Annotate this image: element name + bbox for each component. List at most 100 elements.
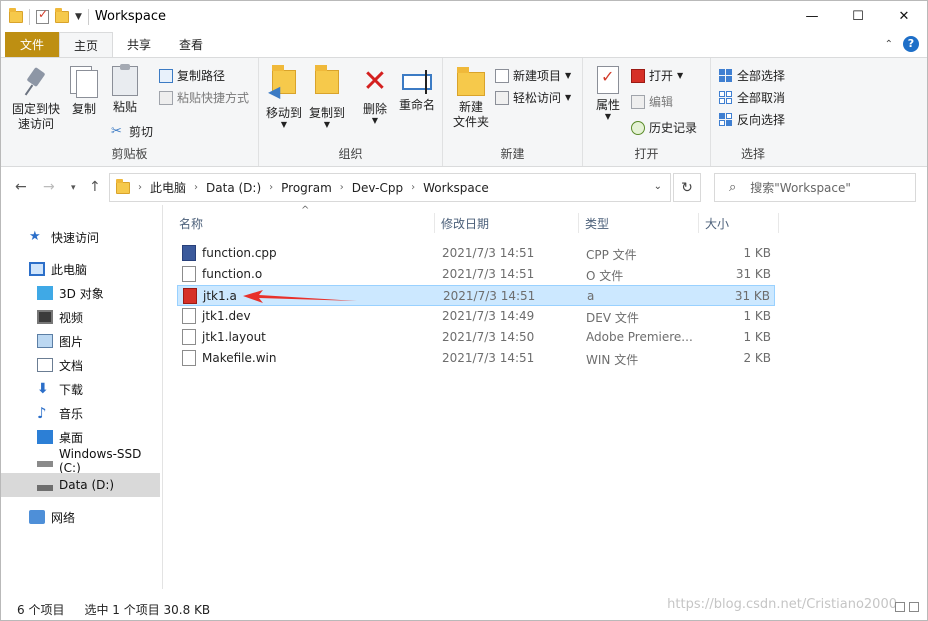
maximize-button[interactable]: ☐: [835, 1, 881, 32]
pin-quick-access-button[interactable]: 固定到快 速访问: [9, 66, 63, 132]
customize-toolbar-icon[interactable]: ▼: [75, 12, 82, 22]
chevron-right-icon[interactable]: ›: [338, 182, 346, 193]
table-row[interactable]: jtk1.dev 2021/7/3 14:49 DEV 文件 1 KB: [177, 306, 775, 327]
properties-icon[interactable]: [36, 7, 49, 24]
edit-button[interactable]: 编辑: [631, 93, 673, 110]
chevron-right-icon[interactable]: ›: [192, 182, 200, 193]
file-size: 31 KB: [735, 267, 771, 281]
cut-button[interactable]: ✂ 剪切: [111, 123, 153, 140]
breadcrumb-item[interactable]: Dev-Cpp: [346, 181, 409, 195]
sidebar-item-label: 网络: [51, 510, 76, 525]
sidebar-item-label: 此电脑: [51, 262, 88, 277]
sidebar-item-quick-access[interactable]: ★ 快速访问: [1, 225, 160, 249]
column-header-size[interactable]: 大小: [699, 213, 779, 233]
tabs-right: ⌃ ?: [885, 36, 919, 52]
copy-path-button[interactable]: 复制路径: [159, 67, 225, 84]
table-row[interactable]: function.o 2021/7/3 14:51 O 文件 31 KB: [177, 264, 775, 285]
chevron-down-icon[interactable]: ⌄: [654, 181, 662, 192]
chevron-down-icon: ▼: [565, 93, 572, 102]
file-type: WIN 文件: [586, 353, 639, 367]
breadcrumb-item[interactable]: 此电脑: [144, 179, 192, 196]
table-row[interactable]: jtk1.layout 2021/7/3 14:50 Adobe Premier…: [177, 327, 775, 348]
select-all-button[interactable]: 全部选择: [719, 67, 785, 84]
archive-file-icon: [183, 288, 197, 304]
tab-home[interactable]: 主页: [59, 32, 114, 57]
chevron-right-icon[interactable]: ›: [267, 182, 275, 193]
minimize-button[interactable]: —: [789, 1, 835, 32]
breadcrumb-item[interactable]: Data (D:): [200, 181, 267, 195]
tab-file[interactable]: 文件: [5, 32, 59, 57]
sidebar-item-desktop[interactable]: 桌面: [1, 425, 160, 449]
file-size: 31 KB: [734, 289, 770, 303]
sidebar-item-drive-c[interactable]: Windows-SSD (C:): [1, 447, 160, 475]
tab-share[interactable]: 共享: [113, 32, 165, 57]
rename-label: 重命名: [398, 98, 435, 112]
video-icon: [37, 310, 53, 324]
sidebar-item-music[interactable]: ♪ 音乐: [1, 401, 160, 425]
column-header-date[interactable]: 修改日期: [435, 213, 579, 233]
chevron-right-icon[interactable]: ›: [409, 182, 417, 193]
tab-view[interactable]: 查看: [165, 32, 217, 57]
computer-icon: [29, 262, 45, 276]
column-header-name[interactable]: 名称: [173, 213, 435, 233]
new-item-button[interactable]: 新建项目 ▼: [495, 67, 571, 84]
3d-objects-icon: [37, 286, 53, 300]
edit-icon: [631, 94, 645, 109]
up-arrow-icon[interactable]: ↑: [89, 179, 101, 195]
table-row[interactable]: function.cpp 2021/7/3 14:51 CPP 文件 1 KB: [177, 243, 775, 264]
breadcrumb-item[interactable]: Workspace: [417, 181, 495, 195]
address-bar[interactable]: › 此电脑 › Data (D:) › Program › Dev-Cpp › …: [109, 173, 671, 202]
large-icons-view-icon[interactable]: [909, 602, 919, 612]
ribbon-tabs: 文件 主页 共享 查看 ⌃ ?: [1, 32, 927, 57]
table-row[interactable]: Makefile.win 2021/7/3 14:51 WIN 文件 2 KB: [177, 348, 775, 369]
view-toggle: [895, 602, 919, 612]
sidebar-item-downloads[interactable]: ⬇ 下载: [1, 377, 160, 401]
move-to-button[interactable]: ◀ 移动到 ▼: [263, 65, 305, 129]
invert-selection-button[interactable]: 反向选择: [719, 111, 785, 128]
file-type: O 文件: [586, 269, 624, 283]
sidebar-item-label: Data (D:): [59, 478, 115, 492]
sidebar-item-videos[interactable]: 视频: [1, 305, 160, 329]
open-button[interactable]: 打开 ▼: [631, 67, 683, 84]
new-folder-button[interactable]: 新建 文件夹: [449, 66, 493, 130]
paste-shortcut-button[interactable]: 粘贴快捷方式: [159, 89, 249, 106]
select-group: 全部选择 全部取消 反向选择 选择: [711, 58, 795, 166]
sidebar-item-label: 快速访问: [51, 230, 100, 245]
rename-button[interactable]: 重命名: [395, 66, 439, 113]
chevron-down-icon: ▼: [604, 112, 612, 121]
search-box[interactable]: ⌕ 搜索"Workspace": [714, 173, 916, 202]
details-view-icon[interactable]: [895, 602, 905, 612]
select-all-label: 全部选择: [737, 69, 786, 83]
forward-arrow-icon[interactable]: →: [43, 179, 55, 195]
back-arrow-icon[interactable]: ←: [15, 179, 27, 195]
properties-label: 属性: [595, 98, 620, 112]
file-size: 2 KB: [743, 351, 771, 365]
paste-button[interactable]: 粘贴: [107, 64, 143, 115]
delete-button[interactable]: ✕ 删除 ▼: [357, 66, 393, 125]
sidebar-item-pictures[interactable]: 图片: [1, 329, 160, 353]
select-none-button[interactable]: 全部取消: [719, 89, 785, 106]
sidebar-item-drive-d[interactable]: Data (D:): [1, 473, 160, 497]
folder-icon: [9, 7, 23, 23]
new-folder-icon[interactable]: [55, 7, 69, 23]
properties-button[interactable]: 属性 ▼: [591, 66, 625, 121]
copy-to-icon: [311, 65, 343, 102]
column-header-type[interactable]: 类型: [579, 213, 699, 233]
sidebar-item-this-pc[interactable]: 此电脑: [1, 257, 160, 281]
breadcrumb-item[interactable]: Program: [275, 181, 338, 195]
select-all-icon: [719, 68, 733, 83]
chevron-up-icon[interactable]: ⌃: [885, 39, 893, 50]
help-icon[interactable]: ?: [903, 36, 919, 52]
recent-locations-icon[interactable]: ▾: [71, 183, 76, 193]
chevron-down-icon: ▼: [565, 71, 572, 80]
history-button[interactable]: 历史记录: [631, 119, 697, 136]
refresh-button[interactable]: ↻: [673, 173, 701, 202]
chevron-right-icon[interactable]: ›: [136, 182, 144, 193]
sidebar-item-documents[interactable]: 文档: [1, 353, 160, 377]
copy-button[interactable]: 复制: [65, 66, 103, 117]
copy-to-button[interactable]: 复制到 ▼: [305, 65, 349, 129]
sidebar-item-network[interactable]: 网络: [1, 505, 160, 529]
close-button[interactable]: ✕: [881, 1, 927, 32]
sidebar-item-3d-objects[interactable]: 3D 对象: [1, 281, 160, 305]
easy-access-button[interactable]: 轻松访问 ▼: [495, 89, 571, 106]
